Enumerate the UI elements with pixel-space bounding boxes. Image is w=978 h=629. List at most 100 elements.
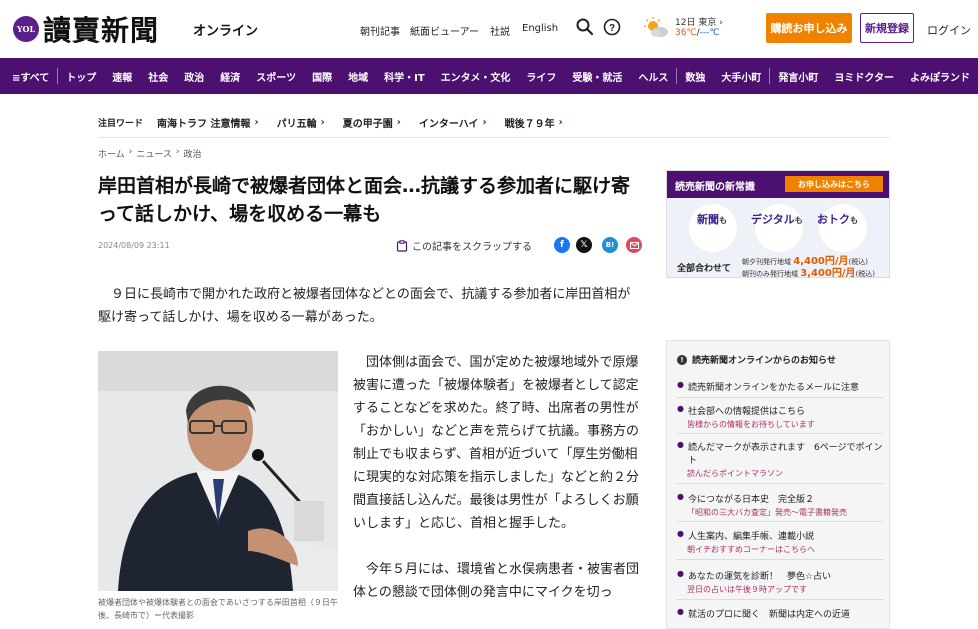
nav-yomidr[interactable]: ヨミドクター <box>826 58 902 94</box>
divider <box>677 521 883 522</box>
site-header: YOL 讀賣新聞 オンライン 朝刊記事 紙面ビューアー 社説 English ?… <box>0 0 978 58</box>
trend-tag[interactable]: パリ五輪 › <box>277 115 325 130</box>
photo-prime-minister <box>98 351 338 591</box>
category-nav: ≡すべて トップ 速報 社会 政治 経済 スポーツ 国際 地域 科学・IT エン… <box>0 58 978 94</box>
notice-item[interactable]: ● 読んだマークが表示されます 6ページでポイント 読んだらポイントマラソン <box>677 440 883 479</box>
divider <box>98 137 890 138</box>
breadcrumb-home[interactable]: ホーム <box>98 147 125 160</box>
site-logo[interactable]: 讀賣新聞 <box>43 9 159 49</box>
chevron-right-icon: › <box>396 116 401 128</box>
breadcrumb-news[interactable]: ニュース <box>136 147 172 160</box>
nav-english[interactable]: English <box>522 23 558 34</box>
nav-hatsugen-komachi[interactable]: 発言小町 <box>770 58 826 94</box>
nav-editorial[interactable]: 社説 <box>490 23 510 38</box>
scrap-label: この記事をスクラップする <box>412 242 532 253</box>
logo-badge[interactable]: YOL <box>13 16 39 42</box>
breadcrumb-sep: › <box>175 147 180 157</box>
ad-apply-button[interactable]: お申し込みはこちら <box>785 176 883 192</box>
nav-sudoku[interactable]: 数独 <box>677 58 713 94</box>
notice-box: ! 読売新聞オンラインからのお知らせ ● 読売新聞オンラインをかたるメールに注意 … <box>666 340 890 629</box>
ad-label-digital: デジタルも <box>751 213 803 226</box>
nav-all[interactable]: ≡すべて <box>0 58 57 94</box>
bullet-icon: ● <box>677 380 684 389</box>
notice-item[interactable]: ● 読売新聞オンラインをかたるメールに注意 <box>677 380 883 393</box>
nav-health[interactable]: ヘルス <box>630 58 676 94</box>
notice-item[interactable]: ● あなたの運気を診断！ 夢色☆占い 翌日の占いは午後９時アップです <box>677 569 883 595</box>
notice-item[interactable]: ● 社会部への情報提供はこちら 皆様からの情報をお待ちしています <box>677 404 883 430</box>
nav-otemachi[interactable]: 大手小町 <box>713 58 769 94</box>
scrap-button[interactable]: この記事をスクラップする <box>396 238 532 253</box>
article-lead: ９日に長崎市で開かれた政府と被爆者団体などとの面会で、抗議する参加者に岸田首相が… <box>98 287 631 325</box>
bullet-icon: ● <box>677 607 684 616</box>
temp-high: 36℃ <box>675 28 697 38</box>
info-icon: ! <box>677 354 687 365</box>
ad-label-newspaper: 新聞も <box>697 213 727 226</box>
nav-life[interactable]: ライフ <box>518 58 564 94</box>
divider <box>677 397 883 398</box>
ad-header: 読売新聞の新常識 お申し込みはこちら <box>667 171 889 198</box>
weather-temperature: 36℃/---℃ <box>675 28 720 38</box>
chevron-right-icon: › <box>320 116 325 128</box>
bullet-icon: ● <box>677 529 684 538</box>
temp-low: ---℃ <box>699 28 720 38</box>
nav-society[interactable]: 社会 <box>140 58 176 94</box>
site-logo-suffix[interactable]: オンライン <box>193 20 258 39</box>
trend-tag[interactable]: 戦後７９年 › <box>505 115 563 130</box>
clipboard-icon <box>396 239 408 252</box>
chevron-right-icon: › <box>254 116 259 128</box>
nav-economy[interactable]: 経済 <box>212 58 248 94</box>
nav-politics[interactable]: 政治 <box>176 58 212 94</box>
weather-sunny-cloudy-icon[interactable] <box>643 16 669 40</box>
bullet-icon: ● <box>677 440 684 449</box>
breadcrumb: ホーム › ニュース › 政治 <box>98 147 202 160</box>
article-paragraph: 今年５月には、環境省と水俣病患者・被害者団体との懇談で団体側の発言中にマイクを切… <box>353 562 640 600</box>
nav-exam-job[interactable]: 受験・就活 <box>564 58 630 94</box>
article-headline: 岸田首相が長崎で被爆者団体と面会…抗議する参加者に駆け寄って話しかけ、場を収める… <box>98 175 631 225</box>
photo-caption: 被爆者団体や被爆体験者との面会であいさつする岸田首相（９日午後、長崎市で）＝代表… <box>98 598 338 620</box>
breadcrumb-politics[interactable]: 政治 <box>184 147 202 160</box>
subscribe-button[interactable]: 購読お申し込み <box>766 13 852 43</box>
nav-entertainment[interactable]: エンタメ・文化 <box>433 58 519 94</box>
ad-price-morning-only: 朝刊のみ発行地域 3,400円/月(税込) <box>742 268 875 279</box>
login-link[interactable]: ログイン <box>927 22 971 38</box>
breadcrumb-sep: › <box>128 147 133 157</box>
nav-paper-viewer[interactable]: 紙面ビューアー <box>410 23 479 38</box>
article-photo[interactable] <box>98 351 338 591</box>
notice-item[interactable]: ● 人生案内、編集手帳、連載小説 朝イチおすすめコーナーはこちらへ <box>677 529 883 555</box>
nav-science-it[interactable]: 科学・IT <box>376 58 433 94</box>
trending-title: 注目ワード <box>98 118 144 129</box>
bullet-icon: ● <box>677 492 684 501</box>
trend-tag[interactable]: 南海トラフ 注意情報 › <box>157 115 259 130</box>
notice-item[interactable]: ● 就活のプロに聞く 新聞は内定への近道 <box>677 607 883 620</box>
nav-sports[interactable]: スポーツ <box>248 58 304 94</box>
article-paragraph: 団体側は面会で、国が定めた被爆地域外で原爆被害に遭った「被爆体験者」を被爆者とし… <box>353 355 640 531</box>
weather-location[interactable]: 12日 東京 › <box>675 15 723 28</box>
ad-label-savings: おトクも <box>817 213 858 226</box>
notice-header: ! 読売新聞オンラインからのお知らせ <box>677 353 836 366</box>
facebook-share-icon[interactable]: f <box>554 237 570 253</box>
nav-regional[interactable]: 地域 <box>340 58 376 94</box>
nav-breaking[interactable]: 速報 <box>104 58 140 94</box>
x-share-icon[interactable]: 𝕏 <box>576 237 592 253</box>
article-body: 団体側は面会で、国が定めた被爆地域外で原爆被害に遭った「被爆体験者」を被爆者とし… <box>353 351 641 604</box>
divider <box>677 599 883 600</box>
nav-international[interactable]: 国際 <box>304 58 340 94</box>
mail-share-icon[interactable] <box>626 237 642 253</box>
trend-tag[interactable]: 夏の甲子園 › <box>343 115 401 130</box>
svg-text:?: ? <box>609 23 615 34</box>
bullet-icon: ● <box>677 569 684 578</box>
search-icon[interactable] <box>575 17 595 37</box>
notice-item[interactable]: ● 今につながる日本史 完全版２ 「昭和の三大バカ査定」発売～電子書籍発売 <box>677 492 883 518</box>
nav-morning-articles[interactable]: 朝刊記事 <box>360 23 400 38</box>
ad-bundle-label: 全部合わせて <box>677 264 732 274</box>
hatena-bookmark-icon[interactable]: B! <box>602 237 618 253</box>
divider <box>677 433 883 434</box>
register-button[interactable]: 新規登録 <box>860 13 914 43</box>
article-date: 2024/08/09 23:11 <box>98 241 170 250</box>
nav-yomipo-land[interactable]: よみぽランド <box>902 58 978 94</box>
help-icon[interactable]: ? <box>602 17 622 37</box>
trend-tag[interactable]: インターハイ › <box>419 115 487 130</box>
ad-title: 読売新聞の新常識 <box>675 182 755 193</box>
divider <box>677 483 883 484</box>
nav-top[interactable]: トップ <box>58 58 104 94</box>
